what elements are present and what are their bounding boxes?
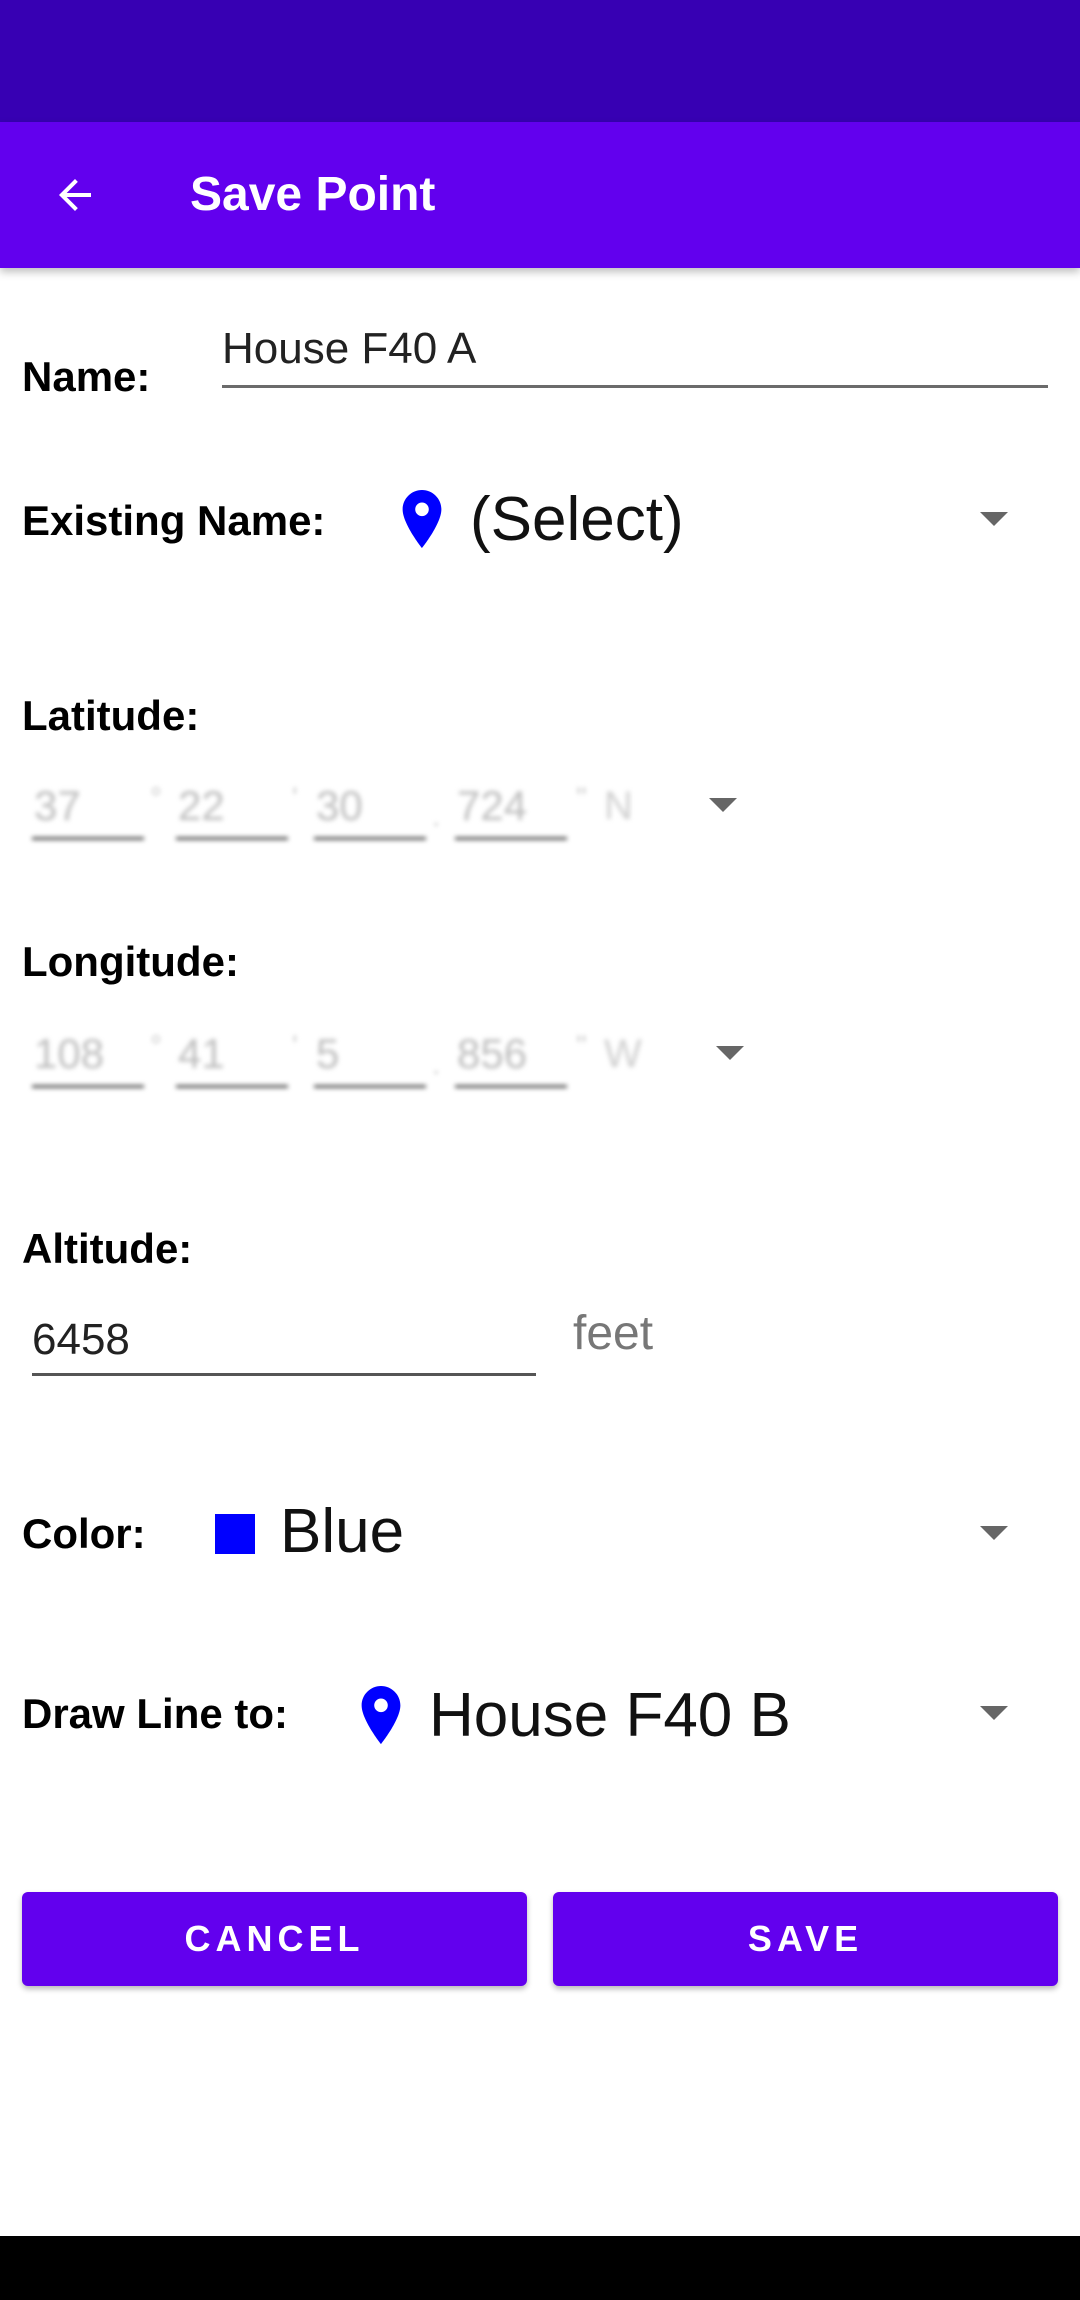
color-label: Color: [22,1510,146,1557]
decimal-point: . [432,1048,441,1081]
name-label: Name: [22,353,151,400]
app-bar: Save Point [0,122,1080,268]
degree-symbol: ° [150,782,162,815]
longitude-degrees-field[interactable]: 108 [32,1024,144,1088]
map-pin-icon [402,489,442,549]
altitude-label: Altitude: [22,1225,193,1272]
existing-name-spinner[interactable]: (Select) [398,464,1018,574]
map-pin-icon [361,1685,401,1745]
latitude-label: Latitude: [22,692,200,739]
existing-name-label: Existing Name: [22,497,326,544]
minute-symbol: ' [292,1030,298,1063]
chevron-down-icon [980,1706,1008,1720]
save-button[interactable]: SAVE [553,1892,1058,1986]
chevron-down-icon[interactable] [980,1526,1008,1540]
longitude-label: Longitude: [22,938,239,985]
navigation-bar [0,2236,1080,2300]
degree-symbol: ° [150,1030,162,1063]
latitude-direction-value[interactable]: N [604,784,633,829]
second-symbol: " [576,1030,587,1063]
longitude-seconds-field[interactable]: 5 [314,1024,426,1088]
color-value[interactable]: Blue [280,1496,404,1567]
latitude-seconds-field[interactable]: 30 [314,776,426,840]
draw-line-label: Draw Line to: [22,1690,289,1737]
status-bar [0,0,1080,122]
altitude-unit: feet [573,1307,654,1360]
second-symbol: " [576,782,587,815]
arrow-left-icon [59,179,91,211]
latitude-minutes-field[interactable]: 22 [176,776,288,840]
longitude-minutes-field[interactable]: 41 [176,1024,288,1088]
longitude-fraction-field[interactable]: 856 [455,1024,567,1088]
page-title: Save Point [190,168,436,221]
longitude-direction-value[interactable]: W [604,1032,642,1077]
color-swatch[interactable] [215,1514,255,1554]
cancel-button[interactable]: CANCEL [22,1892,527,1986]
decimal-point: . [432,800,441,833]
back-button[interactable] [40,160,110,230]
minute-symbol: ' [292,782,298,815]
latitude-fraction-field[interactable]: 724 [455,776,567,840]
chevron-down-icon[interactable] [709,798,737,812]
latitude-degrees-field[interactable]: 37 [32,776,144,840]
chevron-down-icon[interactable] [716,1046,744,1060]
altitude-input[interactable]: 6458 [32,1308,536,1376]
draw-line-spinner[interactable]: House F40 B [357,1660,1017,1770]
existing-name-value: (Select) [470,484,684,554]
chevron-down-icon [980,512,1008,526]
name-input[interactable]: House F40 A [222,318,1048,388]
draw-line-value: House F40 B [429,1680,791,1750]
